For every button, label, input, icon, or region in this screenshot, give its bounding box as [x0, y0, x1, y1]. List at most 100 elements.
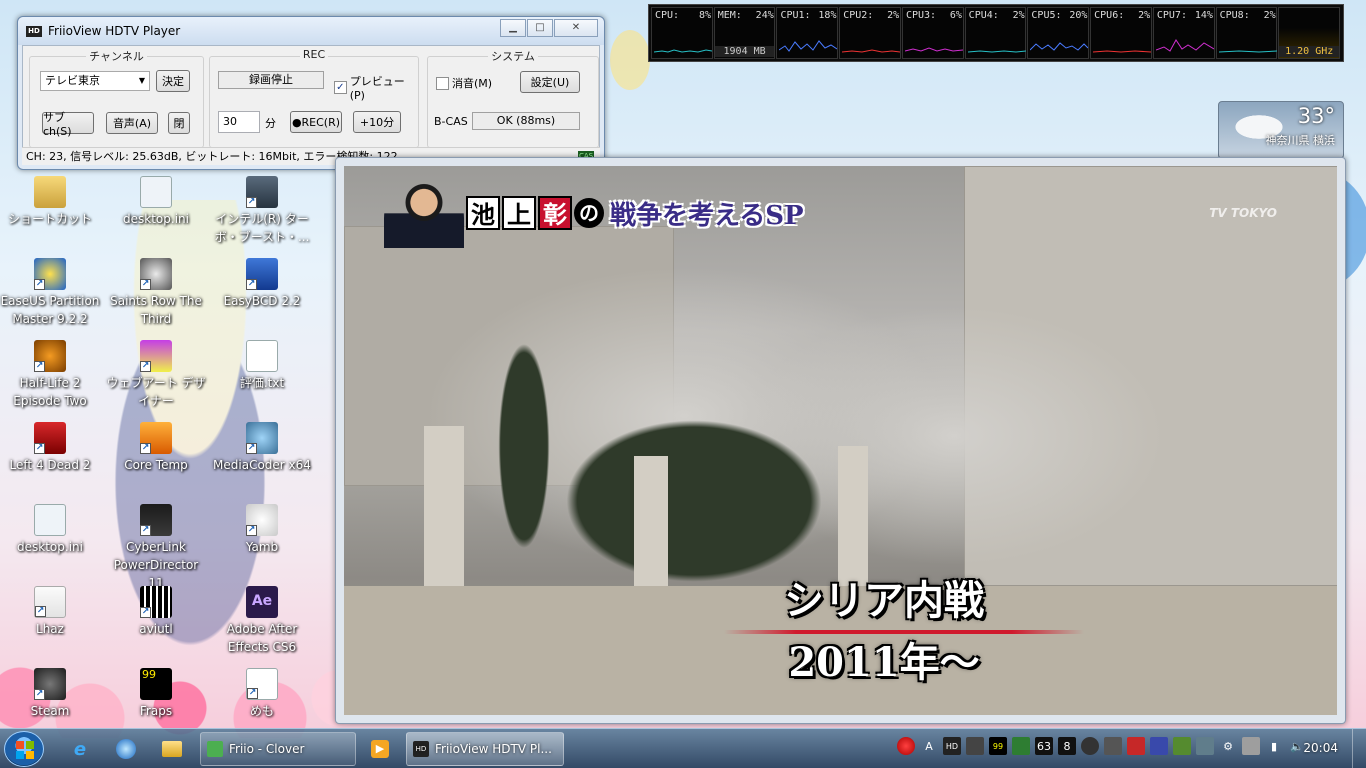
program-title-telop: 池 上 彰 の 戦争を考えるSP	[384, 178, 804, 248]
network-icon[interactable]	[1104, 737, 1122, 755]
chevron-down-icon: ▼	[138, 76, 145, 85]
desktop-icon-powerdirector[interactable]: ↗ CyberLink PowerDirector 11	[106, 504, 206, 592]
weather-gadget[interactable]: 33° 神奈川県 横浜	[1218, 101, 1344, 159]
perf-label: CPU1:	[780, 10, 811, 21]
desktop-icon-shortcut[interactable]: ショートカット	[0, 176, 100, 228]
display-icon[interactable]	[966, 737, 984, 755]
decide-button[interactable]: 決定	[156, 70, 190, 92]
settings-button[interactable]: 設定(U)	[520, 71, 580, 93]
usb-icon[interactable]	[1196, 737, 1214, 755]
channel-select[interactable]: テレビ東京 ▼	[40, 71, 150, 91]
perf-sub: 1904 MB	[714, 46, 775, 57]
tv-video-frame[interactable]: 池 上 彰 の 戦争を考えるSP TV TOKYO シリア内戦 2011年～	[344, 166, 1337, 715]
taskbar-media-player[interactable]: ▶	[362, 733, 398, 765]
close-panel-button[interactable]: 閉	[168, 112, 190, 134]
preview-checkbox[interactable]: ✓ プレビュー(P)	[334, 73, 418, 102]
preview-label: プレビュー(P)	[349, 75, 405, 102]
system-group-title: システム	[488, 50, 538, 63]
desktop-icon-easeus[interactable]: ↗ EaseUS Partition Master 9.2.2	[0, 258, 100, 328]
minimize-button[interactable]: ▁	[500, 19, 526, 37]
desktop-icon-fraps[interactable]: 99 Fraps	[106, 668, 206, 720]
fraps-tray-icon[interactable]: 99	[989, 737, 1007, 755]
gear-icon[interactable]: ⚙	[1219, 737, 1237, 755]
program-kanji-3: 彰	[538, 196, 572, 230]
minutes-input[interactable]: 30	[218, 111, 260, 133]
monitor-icon[interactable]	[1150, 737, 1168, 755]
taskbar-task-friioview[interactable]: HD FriioView HDTV Pl...	[406, 732, 564, 766]
perf-cell-cpu7: CPU7: 14%	[1152, 7, 1215, 59]
mediacoder-icon: ↗	[246, 422, 278, 454]
caption-line-2: 2011年～	[788, 639, 980, 686]
mute-label: 消音(M)	[452, 77, 493, 90]
perf-value: 18%	[818, 10, 837, 21]
windows-logo-icon	[16, 741, 34, 759]
hd-logo-icon: HD	[413, 741, 429, 757]
mute-checkbox[interactable]: 消音(M)	[436, 75, 492, 91]
flag-icon[interactable]	[1127, 737, 1145, 755]
desktop-icon-core-temp[interactable]: ↗ Core Temp	[106, 422, 206, 474]
desktop-icon-desktop-ini-2[interactable]: desktop.ini	[0, 504, 100, 556]
desktop-icon-aviutl[interactable]: ↗ aviutl	[106, 586, 206, 638]
desktop-icon-webart[interactable]: ↗ ウェブアート デザイナー	[106, 340, 206, 410]
audio-button[interactable]: 音声(A)	[106, 112, 158, 134]
desktop-icon-steam[interactable]: ↗ Steam	[0, 668, 100, 720]
ime-icon[interactable]: A	[920, 737, 938, 755]
taskbar-clock[interactable]: 20:04	[1303, 741, 1338, 755]
desktop-icon-intel-turbo[interactable]: ↗ インテル(R) ターボ・ブースト・...	[212, 176, 312, 246]
channel-group: チャンネル テレビ東京 ▼ 決定 サブch(S) 音声(A) 閉	[29, 50, 204, 148]
security-icon[interactable]	[1173, 737, 1191, 755]
temp-badge-2[interactable]: 8	[1058, 737, 1076, 755]
perf-value: 14%	[1194, 10, 1213, 21]
desktop-icon-yamb[interactable]: ↗ Yamb	[212, 504, 312, 556]
minutes-unit: 分	[265, 117, 276, 130]
perf-label: CPU4:	[968, 10, 999, 21]
maximize-button[interactable]: □	[527, 19, 553, 37]
folder-icon	[162, 741, 182, 757]
rec-status: 録画停止	[218, 71, 324, 89]
shield-icon[interactable]	[1012, 737, 1030, 755]
video-window[interactable]: 池 上 彰 の 戦争を考えるSP TV TOKYO シリア内戦 2011年～	[335, 157, 1346, 724]
notification-red-icon[interactable]	[897, 737, 915, 755]
show-desktop-button[interactable]	[1352, 729, 1366, 768]
steam-tray-icon[interactable]	[1081, 737, 1099, 755]
perf-label: CPU6:	[1094, 10, 1125, 21]
desktop-icon-mediacoder[interactable]: ↗ MediaCoder x64	[212, 422, 312, 474]
plus10-button[interactable]: +10分	[353, 111, 401, 133]
performance-meter-gadget: CPU: 8% MEM: 24% 1904 MB CPU1: 18% CPU2: 2% …	[648, 4, 1344, 62]
desktop-icon-easybcd[interactable]: ↗ EasyBCD 2.2	[212, 258, 312, 310]
internet-explorer-icon: e	[73, 738, 87, 760]
rec-button[interactable]: ●REC(R)	[290, 111, 342, 133]
perf-graph	[904, 47, 963, 52]
perf-graph	[842, 49, 901, 53]
desktop-icon-memo[interactable]: ↗ めも	[212, 668, 312, 720]
channel-watermark: TV TOKYO	[1209, 206, 1277, 220]
desktop-icon-desktop-ini[interactable]: desktop.ini	[106, 176, 206, 228]
perf-value: 2%	[1263, 10, 1276, 21]
program-kanji-2: 上	[502, 196, 536, 230]
system-group: システム 消音(M) 設定(U) B-CAS OK (88ms)	[427, 50, 599, 148]
taskbar-internet-explorer[interactable]: e	[62, 733, 98, 765]
perf-graph	[1093, 50, 1152, 53]
desktop-icon-hyouka-txt[interactable]: 評価.txt	[212, 340, 312, 392]
perf-value: 2%	[1012, 10, 1025, 21]
battery-icon[interactable]	[1242, 737, 1260, 755]
desktop-icon-left4dead[interactable]: ↗ Left 4 Dead 2	[0, 422, 100, 474]
taskbar-explorer[interactable]	[154, 733, 190, 765]
sub-channel-button[interactable]: サブch(S)	[42, 111, 94, 138]
temp-badge-1[interactable]: 63	[1035, 737, 1053, 755]
desktop-icon-half-life[interactable]: ↗ Half-Life 2 Episode Two	[0, 340, 100, 410]
desktop-icon-saints-row[interactable]: ↗ Saints Row The Third	[106, 258, 206, 328]
close-button[interactable]: ✕	[554, 19, 598, 37]
hd-tray-icon[interactable]: HD	[943, 737, 961, 755]
perf-label: CPU:	[655, 10, 680, 21]
taskbar-browser[interactable]	[108, 733, 144, 765]
signal-bars-icon[interactable]: ▮	[1265, 737, 1283, 755]
perf-label: MEM:	[717, 10, 742, 21]
easybcd-icon: ↗	[246, 258, 278, 290]
desktop-icon-after-effects[interactable]: Ae Adobe After Effects CS6	[212, 586, 312, 656]
taskbar-task-clover[interactable]: Friio - Clover	[200, 732, 356, 766]
perf-value: 8%	[698, 10, 711, 21]
desktop-icon-lhaz[interactable]: ↗ Lhaz	[0, 586, 100, 638]
scene-tree	[544, 406, 844, 596]
start-button[interactable]	[4, 731, 44, 767]
